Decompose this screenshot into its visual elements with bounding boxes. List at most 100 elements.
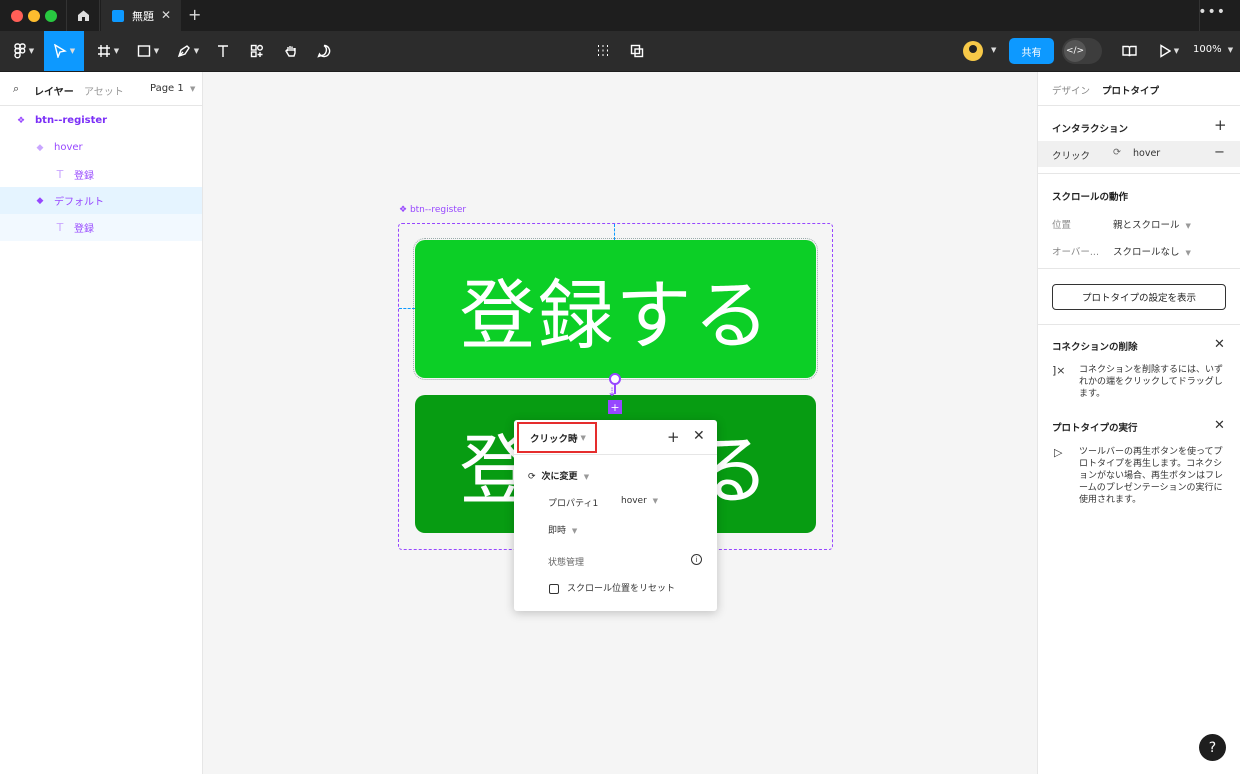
remove-interaction-button[interactable]: − <box>1214 145 1225 160</box>
frame-icon <box>97 45 110 57</box>
frame-tool-button[interactable]: ▼ <box>90 31 126 71</box>
variant-default-button[interactable]: 登録する <box>413 238 818 380</box>
layer-item[interactable]: ◆ hover <box>0 134 202 161</box>
layer-label: デフォルト <box>54 197 104 208</box>
chevron-down-icon: ▼ <box>652 497 659 505</box>
chevron-down-icon: ▼ <box>28 47 35 55</box>
right-panel-tabs: デザイン プロトタイプ <box>1038 72 1240 106</box>
variant-icon: ◆ <box>36 195 44 206</box>
figma-logo-icon <box>14 43 26 59</box>
position-label: 位置 <box>1052 220 1072 231</box>
run-prototype-title: プロトタイプの実行 <box>1052 423 1138 434</box>
chevron-down-icon: ▼ <box>189 85 196 93</box>
add-interaction-button[interactable]: + <box>1214 116 1227 134</box>
mask-tool-button[interactable] <box>624 31 650 71</box>
tab-layers[interactable]: レイヤー <box>34 83 74 98</box>
add-action-icon[interactable]: + <box>667 428 680 446</box>
close-icon[interactable]: ✕ <box>693 428 705 444</box>
chevron-down-icon: ▼ <box>1185 249 1191 257</box>
resources-tool-button[interactable] <box>244 31 270 71</box>
main-menu-button[interactable]: ▼ <box>6 31 42 71</box>
show-prototype-settings-button[interactable]: プロトタイプの設定を表示 <box>1052 284 1226 310</box>
zoom-level[interactable]: 100% ▼ <box>1193 44 1233 55</box>
component-create-icon <box>630 44 644 58</box>
new-tab-button[interactable]: + <box>188 5 201 24</box>
tab-prototype[interactable]: プロトタイプ <box>1102 83 1159 97</box>
component-set-label[interactable]: ❖ btn--register <box>399 205 466 215</box>
properties-panel: デザイン プロトタイプ インタラクション + クリック ⟳ hover − スク… <box>1037 72 1240 774</box>
checkbox-icon <box>549 583 559 594</box>
tab-design[interactable]: デザイン <box>1052 83 1090 97</box>
resources-icon <box>250 44 263 58</box>
close-tab-icon[interactable]: ✕ <box>161 8 171 22</box>
chevron-down-icon: ▼ <box>153 47 160 55</box>
position-value: 親とスクロール <box>1113 220 1180 231</box>
canvas[interactable]: ❖ btn--register 登録する 登録する ⇣ + クリック時 ▼ + … <box>203 72 1037 774</box>
text-tool-button[interactable] <box>210 31 236 71</box>
add-interaction-icon[interactable]: + <box>608 400 622 414</box>
spacing-guide <box>614 224 615 240</box>
move-tool-button[interactable]: ▼ <box>44 31 84 71</box>
popup-header: クリック時 ▼ + ✕ <box>514 420 717 455</box>
info-icon[interactable]: i <box>691 554 702 565</box>
reset-scroll-checkbox[interactable]: スクロール位置をリセット <box>549 581 675 594</box>
page-name: Page 1 <box>150 83 184 94</box>
position-dropdown[interactable]: 親とスクロール ▼ <box>1113 217 1191 231</box>
share-button[interactable]: 共有 <box>1009 38 1054 64</box>
animation-dropdown[interactable]: 即時 ▼ <box>548 523 577 536</box>
animation-label: 即時 <box>548 526 567 536</box>
pen-icon <box>177 45 190 58</box>
chevron-down-icon[interactable]: ▼ <box>991 46 996 54</box>
shape-tool-button[interactable]: ▼ <box>130 31 166 71</box>
pen-tool-button[interactable]: ▼ <box>170 31 206 71</box>
help-button[interactable]: ? <box>1199 734 1226 761</box>
file-tab[interactable]: 無題 ✕ <box>101 0 181 31</box>
library-button[interactable] <box>1116 31 1142 71</box>
play-icon: ▷ <box>1054 446 1063 459</box>
grid-tool-button[interactable] <box>590 31 616 71</box>
user-avatar[interactable] <box>963 41 983 61</box>
dev-mode-toggle[interactable]: </> <box>1062 38 1102 64</box>
more-menu-button[interactable]: ••• <box>1198 4 1226 20</box>
overflow-dropdown[interactable]: スクロールなし ▼ <box>1113 244 1191 258</box>
spacing-guide <box>399 308 415 309</box>
maximize-window-button[interactable] <box>45 10 57 22</box>
page-selector[interactable]: Page 1 ▼ <box>150 83 195 94</box>
overflow-value: スクロールなし <box>1113 247 1180 258</box>
present-button[interactable]: ▼ <box>1152 31 1186 71</box>
interaction-target: hover <box>1133 148 1161 159</box>
chevron-down-icon: ▼ <box>571 527 578 535</box>
search-icon[interactable]: ⌕ <box>13 82 19 96</box>
overflow-label: オーバー... <box>1052 247 1099 258</box>
minimize-window-button[interactable] <box>28 10 40 22</box>
scroll-behavior-section: スクロールの動作 位置 親とスクロール ▼ オーバー... スクロールなし ▼ <box>1038 174 1240 269</box>
close-window-button[interactable] <box>11 10 23 22</box>
hand-icon <box>285 46 296 57</box>
connection-arrow-icon: ⇣ <box>607 385 618 399</box>
layer-label: btn--register <box>35 115 108 126</box>
tab-assets[interactable]: アセット <box>84 83 124 98</box>
variant-icon: ◆ <box>36 142 44 153</box>
scroll-behavior-title: スクロールの動作 <box>1052 192 1129 203</box>
layer-item[interactable]: T 登録 <box>0 214 202 241</box>
run-prototype-text: ツールバーの再生ボタンを使ってプロトタイプを再生します。コネクションがない場合、… <box>1079 447 1224 505</box>
interactions-title: インタラクション <box>1052 124 1129 135</box>
remove-connection-title: コネクションの削除 <box>1052 342 1138 353</box>
grid-icon <box>598 45 608 56</box>
home-button[interactable] <box>66 0 100 31</box>
close-icon[interactable]: ✕ <box>1214 337 1225 352</box>
layer-item[interactable]: ❖ btn--register <box>0 107 202 134</box>
swap-icon: ⟳ <box>1113 147 1121 158</box>
connection-start-handle[interactable] <box>609 373 621 385</box>
layer-item[interactable]: T 登録 <box>0 161 202 188</box>
close-icon[interactable]: ✕ <box>1214 418 1225 433</box>
comment-tool-button[interactable] <box>311 31 337 71</box>
trigger-dropdown[interactable]: クリック時 ▼ <box>517 422 597 453</box>
component-set-icon: ❖ <box>16 115 26 126</box>
property-value-dropdown[interactable]: hover ▼ <box>621 496 658 506</box>
layer-item-selected[interactable]: ◆ デフォルト <box>0 187 202 214</box>
interaction-row[interactable]: クリック ⟳ hover − <box>1038 141 1240 167</box>
action-dropdown[interactable]: ⟳ 次に変更 ▼ <box>528 469 589 482</box>
file-icon <box>112 9 124 22</box>
hand-tool-button[interactable] <box>278 31 304 71</box>
